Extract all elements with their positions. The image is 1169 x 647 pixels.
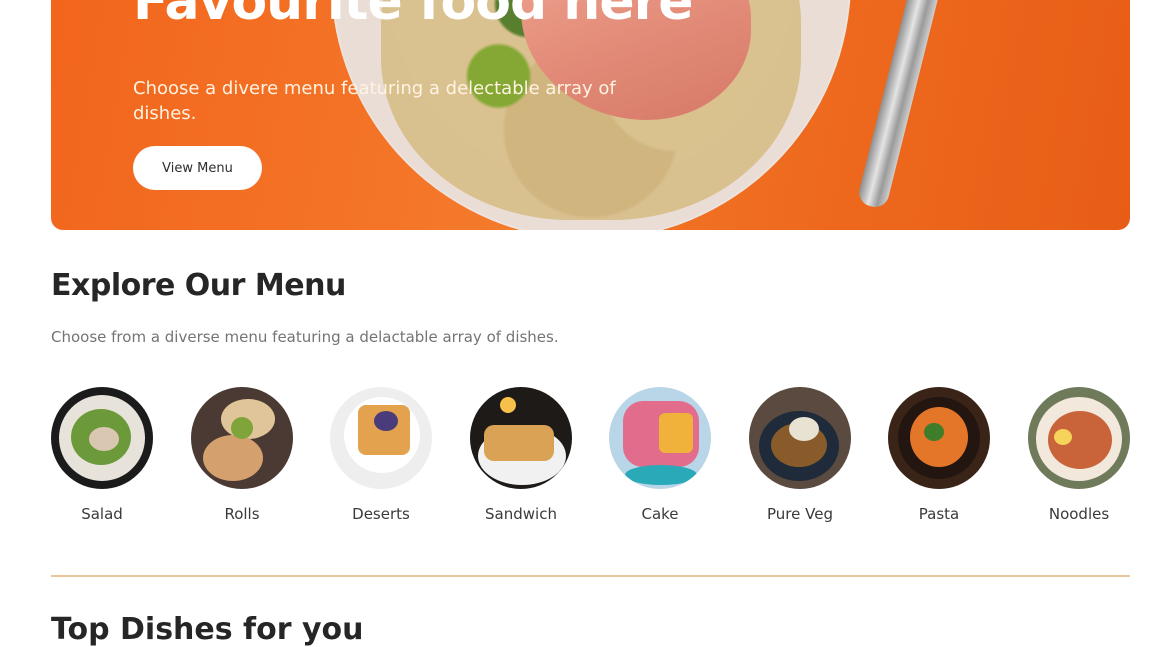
menu-item-label: Deserts — [352, 505, 410, 523]
menu-item-rolls[interactable]: Rolls — [190, 387, 294, 523]
menu-item-deserts[interactable]: Deserts — [329, 387, 433, 523]
salad-image — [51, 387, 153, 489]
menu-item-label: Pasta — [918, 505, 960, 523]
menu-item-noodles[interactable]: Noodles — [1027, 387, 1131, 523]
menu-item-cake[interactable]: Cake — [608, 387, 712, 523]
section-divider — [51, 575, 1130, 577]
menu-item-pure-veg[interactable]: Pure Veg — [748, 387, 852, 523]
menu-item-label: Noodles — [1048, 505, 1110, 523]
deserts-image — [330, 387, 432, 489]
view-menu-button[interactable]: View Menu — [133, 146, 262, 190]
top-dishes-title: Top Dishes for you — [51, 612, 364, 647]
noodles-image — [1028, 387, 1130, 489]
menu-item-label: Cake — [641, 505, 679, 523]
menu-item-pasta[interactable]: Pasta — [887, 387, 991, 523]
cake-image — [609, 387, 711, 489]
sandwich-image — [470, 387, 572, 489]
menu-item-label: Salad — [81, 505, 123, 523]
hero-fork-image — [856, 0, 946, 210]
pasta-image — [888, 387, 990, 489]
menu-item-salad[interactable]: Salad — [50, 387, 154, 523]
menu-item-label: Sandwich — [485, 505, 557, 523]
explore-menu-description: Choose from a diverse menu featuring a d… — [51, 328, 559, 346]
menu-item-label: Pure Veg — [767, 505, 833, 523]
explore-menu-title: Explore Our Menu — [51, 268, 346, 303]
rolls-image — [191, 387, 293, 489]
hero-banner: Favourite food here Choose a divere menu… — [51, 0, 1130, 230]
menu-item-label: Rolls — [224, 505, 260, 523]
hero-title: Favourite food here — [133, 0, 693, 32]
menu-item-sandwich[interactable]: Sandwich — [469, 387, 573, 523]
hero-description: Choose a divere menu featuring a delecta… — [133, 78, 616, 124]
pure-veg-image — [749, 387, 851, 489]
